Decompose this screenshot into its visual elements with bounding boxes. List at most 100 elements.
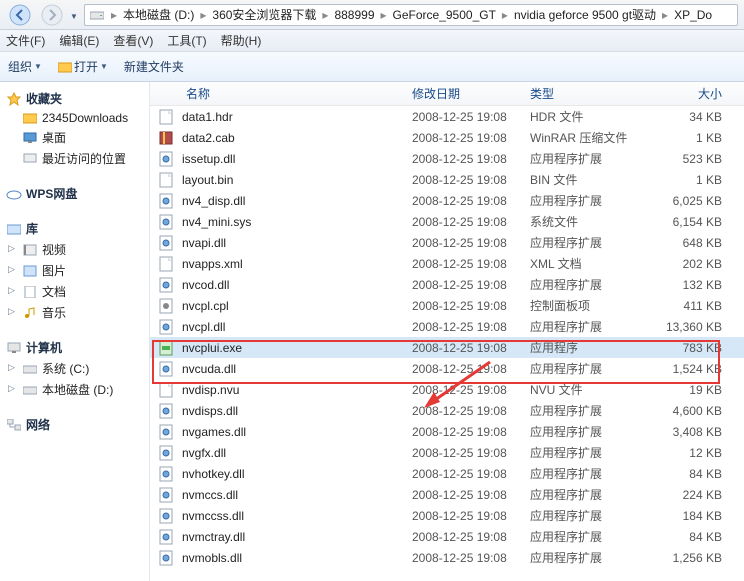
menu-help[interactable]: 帮助(H)	[221, 32, 262, 49]
menu-file[interactable]: 文件(F)	[6, 32, 45, 49]
file-size: 411 KB	[644, 299, 744, 313]
file-date: 2008-12-25 19:08	[412, 152, 530, 166]
breadcrumb[interactable]: ▸ 本地磁盘 (D:) ▸ 360安全浏览器下载 ▸ 888999 ▸ GeFo…	[84, 4, 738, 26]
file-row[interactable]: nvapi.dll2008-12-25 19:08应用程序扩展648 KB	[150, 232, 744, 253]
file-date: 2008-12-25 19:08	[412, 236, 530, 250]
expand-toggle[interactable]: ▷	[8, 243, 15, 254]
sidebar-libraries-head[interactable]: 库	[6, 218, 149, 239]
music-icon	[22, 306, 38, 320]
file-name: nvapi.dll	[176, 236, 412, 250]
nav-back-button[interactable]	[6, 3, 34, 27]
file-date: 2008-12-25 19:08	[412, 341, 530, 355]
file-date: 2008-12-25 19:08	[412, 320, 530, 334]
menu-bar: 文件(F) 编辑(E) 查看(V) 工具(T) 帮助(H)	[0, 30, 744, 52]
sidebar-computer-head[interactable]: 计算机	[6, 337, 149, 358]
file-row[interactable]: issetup.dll2008-12-25 19:08应用程序扩展523 KB	[150, 148, 744, 169]
file-row[interactable]: nv4_mini.sys2008-12-25 19:08系统文件6,154 KB	[150, 211, 744, 232]
file-icon	[156, 277, 176, 293]
sidebar-item-drive-d[interactable]: ▷本地磁盘 (D:)	[6, 379, 149, 400]
menu-tools[interactable]: 工具(T)	[167, 32, 206, 49]
file-row[interactable]: nvcplui.exe2008-12-25 19:08应用程序783 KB	[150, 337, 744, 358]
sidebar-item-recent[interactable]: 最近访问的位置	[6, 148, 149, 169]
file-row[interactable]: nv4_disp.dll2008-12-25 19:08应用程序扩展6,025 …	[150, 190, 744, 211]
file-type: 应用程序扩展	[530, 528, 644, 545]
file-row[interactable]: nvdisps.dll2008-12-25 19:08应用程序扩展4,600 K…	[150, 400, 744, 421]
breadcrumb-item[interactable]: 本地磁盘 (D:)	[119, 6, 198, 23]
file-row[interactable]: layout.bin2008-12-25 19:08BIN 文件1 KB	[150, 169, 744, 190]
breadcrumb-item[interactable]: 888999	[330, 8, 378, 22]
open-button[interactable]: 打开▼	[58, 58, 108, 75]
file-icon	[156, 529, 176, 545]
file-type: 应用程序扩展	[530, 549, 644, 566]
star-icon	[6, 92, 22, 106]
drive-icon	[22, 362, 38, 376]
sidebar-item-videos[interactable]: ▷视频	[6, 239, 149, 260]
file-icon	[156, 424, 176, 440]
column-header-name[interactable]: 名称	[156, 85, 412, 102]
column-header-type[interactable]: 类型	[530, 85, 644, 102]
file-size: 6,154 KB	[644, 215, 744, 229]
file-icon	[156, 403, 176, 419]
organize-button[interactable]: 组织▼	[8, 58, 42, 75]
sidebar-favorites-head[interactable]: 收藏夹	[6, 88, 149, 109]
file-name: nvcuda.dll	[176, 362, 412, 376]
file-size: 13,360 KB	[644, 320, 744, 334]
file-row[interactable]: nvapps.xml2008-12-25 19:08XML 文档202 KB	[150, 253, 744, 274]
file-date: 2008-12-25 19:08	[412, 509, 530, 523]
file-type: 控制面板项	[530, 297, 644, 314]
column-header-date[interactable]: 修改日期	[412, 85, 530, 102]
breadcrumb-item[interactable]: XP_Do	[670, 8, 716, 22]
nav-history-dropdown[interactable]: ▼	[70, 8, 80, 22]
file-row[interactable]: data1.hdr2008-12-25 19:08HDR 文件34 KB	[150, 106, 744, 127]
file-row[interactable]: nvcpl.cpl2008-12-25 19:08控制面板项411 KB	[150, 295, 744, 316]
file-row[interactable]: nvgames.dll2008-12-25 19:08应用程序扩展3,408 K…	[150, 421, 744, 442]
sidebar-item-desktop[interactable]: 桌面	[6, 127, 149, 148]
file-type: 应用程序扩展	[530, 507, 644, 524]
breadcrumb-item[interactable]: GeForce_9500_GT	[389, 8, 500, 22]
column-header-size[interactable]: 大小	[644, 85, 744, 102]
file-row[interactable]: nvgfx.dll2008-12-25 19:08应用程序扩展12 KB	[150, 442, 744, 463]
file-size: 224 KB	[644, 488, 744, 502]
file-row[interactable]: nvcuda.dll2008-12-25 19:08应用程序扩展1,524 KB	[150, 358, 744, 379]
file-date: 2008-12-25 19:08	[412, 173, 530, 187]
file-row[interactable]: nvcod.dll2008-12-25 19:08应用程序扩展132 KB	[150, 274, 744, 295]
sidebar-item-documents[interactable]: ▷文档	[6, 281, 149, 302]
video-icon	[22, 243, 38, 257]
file-row[interactable]: nvmccss.dll2008-12-25 19:08应用程序扩展184 KB	[150, 505, 744, 526]
nav-forward-button[interactable]	[38, 3, 66, 27]
expand-toggle[interactable]: ▷	[8, 306, 15, 317]
file-type: 应用程序扩展	[530, 276, 644, 293]
expand-toggle[interactable]: ▷	[8, 264, 15, 275]
breadcrumb-item[interactable]: nvidia geforce 9500 gt驱动	[510, 6, 660, 23]
file-name: nvgames.dll	[176, 425, 412, 439]
file-type: 应用程序扩展	[530, 234, 644, 251]
sidebar-item-pictures[interactable]: ▷图片	[6, 260, 149, 281]
menu-view[interactable]: 查看(V)	[113, 32, 153, 49]
sidebar-network-head[interactable]: 网络	[6, 414, 149, 435]
file-row[interactable]: nvmobls.dll2008-12-25 19:08应用程序扩展1,256 K…	[150, 547, 744, 568]
file-size: 12 KB	[644, 446, 744, 460]
file-size: 84 KB	[644, 467, 744, 481]
sidebar-item-2345downloads[interactable]: 2345Downloads	[6, 109, 149, 127]
file-icon	[156, 151, 176, 167]
expand-toggle[interactable]: ▷	[8, 285, 15, 296]
file-row[interactable]: nvhotkey.dll2008-12-25 19:08应用程序扩展84 KB	[150, 463, 744, 484]
sidebar-item-music[interactable]: ▷音乐	[6, 302, 149, 323]
menu-edit[interactable]: 编辑(E)	[59, 32, 99, 49]
file-row[interactable]: nvmctray.dll2008-12-25 19:08应用程序扩展84 KB	[150, 526, 744, 547]
sidebar-wps-head[interactable]: WPS网盘	[6, 183, 149, 204]
sidebar-item-drive-c[interactable]: ▷系统 (C:)	[6, 358, 149, 379]
file-row[interactable]: nvdisp.nvu2008-12-25 19:08NVU 文件19 KB	[150, 379, 744, 400]
file-row[interactable]: nvcpl.dll2008-12-25 19:08应用程序扩展13,360 KB	[150, 316, 744, 337]
file-row[interactable]: data2.cab2008-12-25 19:08WinRAR 压缩文件1 KB	[150, 127, 744, 148]
new-folder-button[interactable]: 新建文件夹	[124, 58, 184, 75]
file-date: 2008-12-25 19:08	[412, 425, 530, 439]
file-name: nvcplui.exe	[176, 341, 412, 355]
file-icon	[156, 193, 176, 209]
navigation-pane: 收藏夹 2345Downloads 桌面 最近访问的位置 WPS网盘 库 ▷视频…	[0, 82, 150, 581]
file-row[interactable]: nvmccs.dll2008-12-25 19:08应用程序扩展224 KB	[150, 484, 744, 505]
expand-toggle[interactable]: ▷	[8, 383, 15, 394]
breadcrumb-item[interactable]: 360安全浏览器下载	[208, 6, 320, 23]
file-size: 34 KB	[644, 110, 744, 124]
expand-toggle[interactable]: ▷	[8, 362, 15, 373]
